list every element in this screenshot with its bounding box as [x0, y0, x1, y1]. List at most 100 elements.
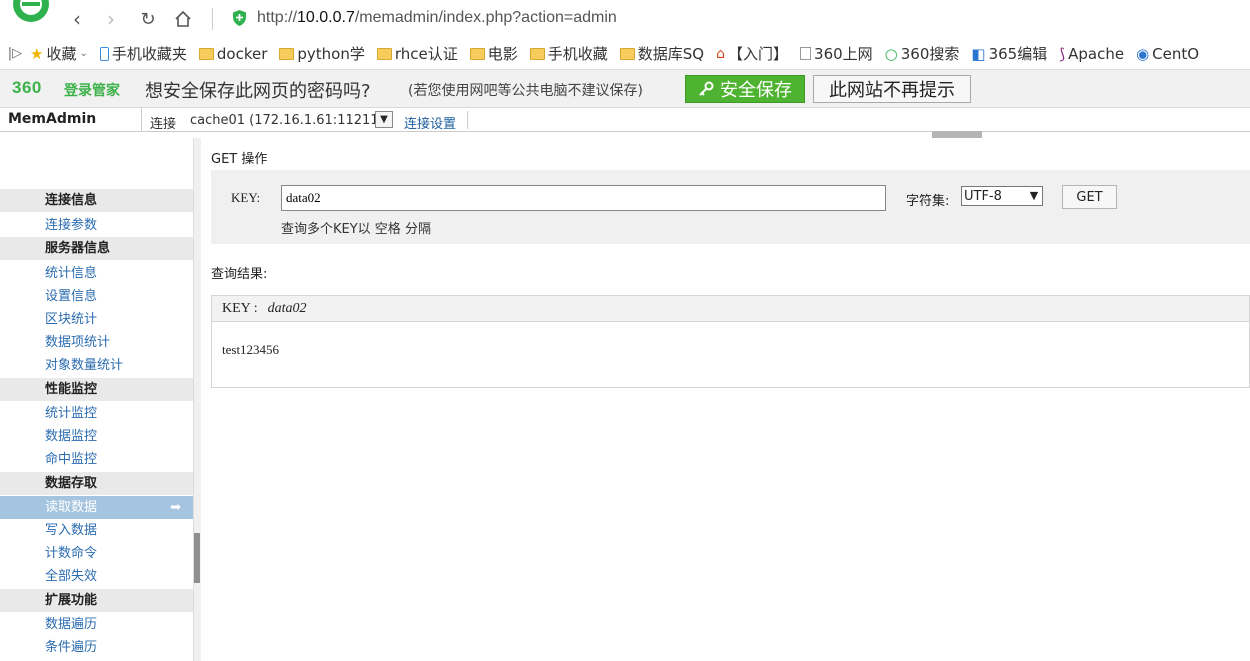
password-save-bar: 360 登录管家 想安全保存此网页的密码吗? (若您使用网吧等公共电脑不建议保存… — [0, 70, 1250, 108]
sidebar-item-read-data[interactable]: 读取数据 ➡ — [0, 496, 193, 519]
sidebar-group-extensions: 扩展功能 — [0, 589, 193, 612]
bookmark-360-net[interactable]: 360上网 — [800, 43, 873, 64]
sidebar-item-item-stats[interactable]: 数据项统计 — [0, 331, 193, 354]
bookmark-mobile[interactable]: 手机收藏 — [529, 43, 608, 64]
sidebar-scroll-thumb[interactable] — [194, 533, 200, 583]
folder-icon — [619, 47, 635, 60]
home-icon[interactable] — [172, 8, 194, 30]
sidebar-item-object-count[interactable]: 对象数量统计 — [0, 354, 193, 377]
reload-icon[interactable]: ↻ — [137, 8, 159, 30]
sidebar-item-slab-stats[interactable]: 区块统计 — [0, 308, 193, 331]
connection-label: 连接 — [150, 117, 177, 132]
address-bar[interactable]: http://10.0.0.7/memadmin/index.php?actio… — [257, 9, 617, 27]
key-label: KEY: — [231, 190, 261, 205]
sidebar-item-flush-all[interactable]: 全部失效 — [0, 565, 193, 588]
sidebar-group-monitoring: 性能监控 — [0, 378, 193, 401]
result-header: KEY : data02 — [212, 296, 1249, 322]
bookmark-mobile-favorites[interactable]: 手机收藏夹 — [99, 43, 187, 64]
password-question: 想安全保存此网页的密码吗? — [145, 81, 371, 102]
bookmark-360-search[interactable]: ○ 360搜索 — [885, 43, 960, 64]
charset-value: UTF-8 — [964, 188, 1002, 204]
centos-icon: ◉ — [1136, 44, 1150, 63]
bookmark-python[interactable]: python学 — [279, 43, 365, 64]
sidebar-item-connection-params[interactable]: 连接参数 — [0, 214, 193, 237]
arrow-right-icon: ➡ — [170, 500, 181, 515]
sidebar-item-hit-monitor[interactable]: 命中监控 — [0, 448, 193, 471]
header-divider — [141, 108, 142, 132]
star-icon: ★ — [30, 44, 44, 63]
key-hint: 查询多个KEY以 空格 分隔 — [281, 222, 431, 237]
page-icon — [800, 47, 812, 60]
phone-icon — [99, 46, 109, 61]
chevron-down-icon: ⌄ — [79, 48, 88, 59]
sidebar-item-settings[interactable]: 设置信息 — [0, 285, 193, 308]
bookmark-intro[interactable]: ⌂ 【入门】 — [716, 43, 788, 64]
sidebar-item-stats-monitor[interactable]: 统计监控 — [0, 402, 193, 425]
url-host: 10.0.0.7 — [297, 9, 355, 26]
house-icon: ⌂ — [716, 45, 726, 62]
connection-dropdown-icon[interactable]: ▼ — [375, 111, 393, 128]
bookmark-database[interactable]: 数据库SQ — [619, 43, 704, 64]
result-key: data02 — [267, 301, 307, 316]
sidebar-group-server: 服务器信息 — [0, 237, 193, 260]
browser-logo-icon — [13, 0, 49, 22]
sidebar-item-conditional-traverse[interactable]: 条件遍历 — [0, 636, 193, 659]
sidebar-group-connection: 连接信息 — [0, 189, 193, 212]
feather-icon: ⟆ — [1059, 44, 1066, 63]
connection-settings-link[interactable]: 连接设置 — [404, 113, 456, 132]
sidebar-group-data-access: 数据存取 — [0, 472, 193, 495]
safe-save-label: 安全保存 — [720, 80, 792, 101]
main-content: GET 操作 KEY: 查询多个KEY以 空格 分隔 字符集: UTF-8 ▼ … — [201, 138, 1250, 661]
bookmark-favorites[interactable]: ★ 收藏 ⌄ — [30, 43, 88, 64]
bookmark-365-edit[interactable]: ◧ 365编辑 — [971, 43, 1047, 64]
forward-icon[interactable]: › — [100, 7, 122, 31]
charset-label: 字符集: — [906, 194, 950, 209]
result-box: KEY : data02 test123456 — [211, 295, 1250, 388]
secure-shield-icon — [233, 10, 246, 26]
folder-icon — [469, 47, 485, 60]
connection-value: cache01 (172.16.1.61:11211) — [190, 113, 384, 128]
bookmark-centos[interactable]: ◉ CentO — [1136, 45, 1199, 63]
sidebar-item-stats[interactable]: 统计信息 — [0, 262, 193, 285]
section-title: GET 操作 — [211, 152, 268, 167]
brand-subtitle: 登录管家 — [64, 83, 120, 99]
result-key-label: KEY : — [222, 301, 258, 316]
nav-separator — [212, 8, 213, 30]
bookmarks-bar: |▷ ★ 收藏 ⌄ 手机收藏夹 docker python学 rhce认证 电影 手… — [0, 38, 1250, 70]
sidebar-item-traverse[interactable]: 数据遍历 — [0, 613, 193, 636]
bookmark-docker[interactable]: docker — [198, 45, 267, 63]
password-hint: (若您使用网吧等公共电脑不建议保存) — [408, 83, 643, 99]
charset-select[interactable]: UTF-8 ▼ — [961, 186, 1043, 206]
safe-save-button[interactable]: 安全保存 — [685, 75, 805, 103]
bookmark-365-icon: ◧ — [971, 44, 986, 63]
app-title: MemAdmin — [8, 111, 97, 127]
browser-toolbar: ‹ › ↻ http://10.0.0.7/memadmin/index.php… — [0, 0, 1250, 38]
folder-icon — [279, 47, 295, 60]
folder-icon — [376, 47, 392, 60]
key-input[interactable] — [281, 185, 886, 211]
key-icon — [699, 81, 714, 96]
folder-icon — [529, 47, 545, 60]
bookmark-apache[interactable]: ⟆ Apache — [1059, 45, 1124, 63]
brand-logo: 360 — [12, 78, 42, 97]
sidebar-toggle-icon[interactable]: |▷ — [0, 46, 30, 61]
never-remind-button[interactable]: 此网站不再提示 — [813, 75, 971, 103]
horizontal-scroll-thumb[interactable] — [932, 131, 982, 138]
sidebar-item-label: 读取数据 — [45, 500, 98, 515]
sidebar: 连接信息 连接参数 服务器信息 统计信息 设置信息 区块统计 数据项统计 对象数… — [0, 138, 201, 661]
back-icon[interactable]: ‹ — [66, 7, 88, 31]
result-label: 查询结果: — [211, 267, 268, 282]
sidebar-item-counter[interactable]: 计数命令 — [0, 542, 193, 565]
sidebar-item-data-monitor[interactable]: 数据监控 — [0, 425, 193, 448]
memadmin-header: MemAdmin 连接 cache01 (172.16.1.61:11211) … — [0, 108, 1250, 132]
sidebar-item-write-data[interactable]: 写入数据 — [0, 519, 193, 542]
bookmark-movies[interactable]: 电影 — [469, 43, 518, 64]
bookmark-rhce[interactable]: rhce认证 — [376, 43, 458, 64]
url-path: /memadmin/index.php?action=admin — [354, 9, 617, 26]
get-form-panel: KEY: 查询多个KEY以 空格 分隔 字符集: UTF-8 ▼ GET — [211, 170, 1250, 244]
search-icon: ○ — [884, 44, 898, 63]
url-prefix: http:// — [257, 9, 298, 26]
header-divider — [467, 111, 468, 129]
folder-icon — [198, 47, 214, 60]
get-button[interactable]: GET — [1062, 185, 1117, 209]
